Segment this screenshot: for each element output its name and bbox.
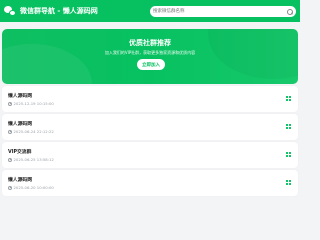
group-title: VIP交流群 <box>8 150 32 155</box>
group-time: 2025-06-24 22:12:22 <box>8 129 54 134</box>
group-time: 2025-12-19 10:15:00 <box>8 101 54 106</box>
group-time: 2025-06-20 10:00:00 <box>8 185 54 190</box>
group-time-text: 2025-06-20 10:00:00 <box>13 185 54 190</box>
banner-title: 优质社群推荐 <box>129 39 171 47</box>
top-nav-bar: 微信群导航 - 懒人源码网 <box>0 0 300 22</box>
clock-icon <box>8 101 12 106</box>
clock-icon <box>8 185 12 190</box>
group-list-item[interactable]: 懒人源码网 2025-06-24 22:12:22 <box>2 114 298 140</box>
group-time-text: 2025-06-24 22:12:22 <box>13 129 54 134</box>
group-title: 懒人源码网 <box>8 122 32 127</box>
grid-icon[interactable] <box>286 180 292 186</box>
wechat-logo-icon <box>4 5 17 17</box>
group-time-text: 2025-06-25 13:58:12 <box>13 157 54 162</box>
grid-icon[interactable] <box>286 152 292 158</box>
clock-icon <box>8 157 12 162</box>
grid-icon[interactable] <box>286 96 292 102</box>
grid-icon[interactable] <box>286 124 292 130</box>
promo-banner: 优质社群推荐 加入我们的VIP社群，获取更多独家资源和优质内容 立即加入 <box>2 29 298 84</box>
group-list-item[interactable]: VIP交流群 2025-06-25 13:58:12 <box>2 142 298 168</box>
clock-icon <box>8 129 12 134</box>
group-title: 懒人源码网 <box>8 94 32 99</box>
search-input[interactable] <box>153 7 287 16</box>
group-list-item[interactable]: 懒人源码网 2025-06-20 10:00:00 <box>2 170 298 196</box>
site-title[interactable]: 微信群导航 - 懒人源码网 <box>20 6 98 16</box>
group-list-item[interactable]: 懒人源码网 2025-12-19 10:15:00 <box>2 86 298 112</box>
banner-description: 加入我们的VIP社群，获取更多独家资源和优质内容 <box>104 50 196 55</box>
search-icon[interactable] <box>287 8 293 15</box>
join-now-button[interactable]: 立即加入 <box>137 59 165 70</box>
search-bar[interactable] <box>150 6 296 17</box>
group-title: 懒人源码网 <box>8 178 32 183</box>
group-time-text: 2025-12-19 10:15:00 <box>13 101 54 106</box>
group-time: 2025-06-25 13:58:12 <box>8 157 54 162</box>
